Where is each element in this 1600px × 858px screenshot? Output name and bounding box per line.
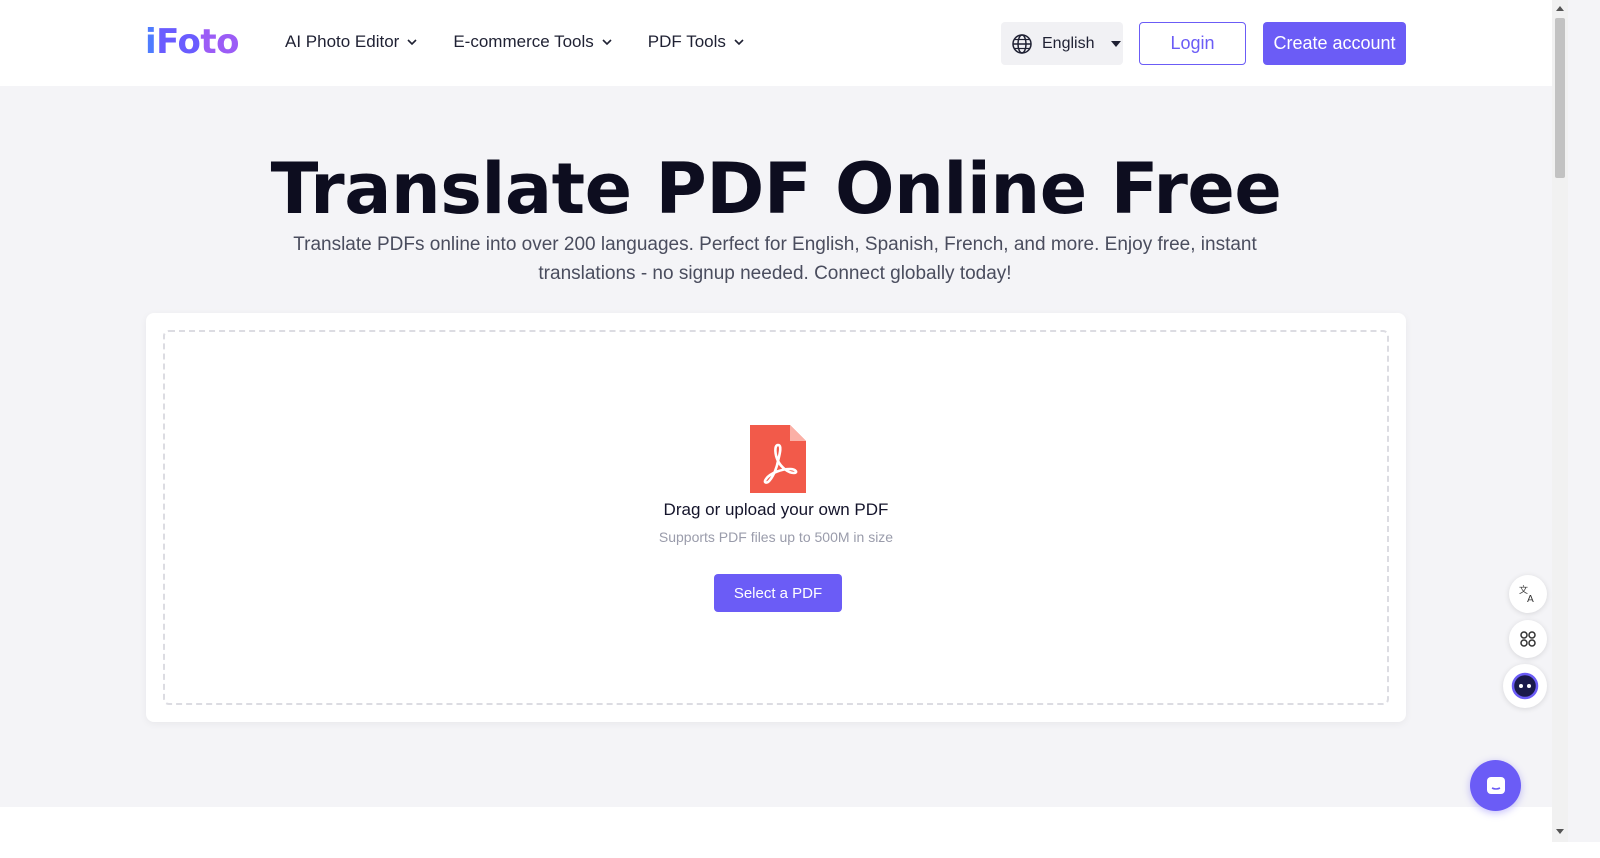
page-title: Translate PDF Online Free — [270, 148, 1282, 230]
nav-ai-photo-editor[interactable]: AI Photo Editor — [285, 32, 417, 52]
top-header: iFoto AI Photo Editor E-commerce Tools P… — [0, 0, 1552, 86]
globe-icon — [1012, 33, 1032, 54]
chevron-down-icon — [602, 39, 612, 46]
upload-card: Drag or upload your own PDF Supports PDF… — [146, 313, 1406, 722]
pdf-dropzone[interactable]: Drag or upload your own PDF Supports PDF… — [163, 330, 1389, 705]
chevron-down-icon — [407, 39, 417, 46]
ifoto-logo[interactable]: iFoto — [145, 22, 239, 62]
scroll-up-arrow-icon[interactable] — [1556, 6, 1564, 11]
login-button[interactable]: Login — [1139, 22, 1246, 65]
apps-icon — [1520, 631, 1536, 647]
pdf-file-icon — [750, 425, 806, 493]
chat-icon — [1486, 776, 1505, 794]
main-nav: AI Photo Editor E-commerce Tools PDF Too… — [285, 32, 744, 52]
nav-label: AI Photo Editor — [285, 32, 400, 51]
drag-upload-text: Drag or upload your own PDF — [663, 500, 889, 519]
nav-label: E-commerce Tools — [453, 32, 594, 51]
apps-float-button[interactable] — [1509, 620, 1547, 658]
create-account-button[interactable]: Create account — [1263, 22, 1406, 65]
vertical-scrollbar[interactable] — [1552, 0, 1568, 842]
scroll-down-arrow-icon[interactable] — [1556, 829, 1564, 834]
caret-down-icon — [1111, 40, 1122, 47]
page-subtitle: Translate PDFs online into over 200 lang… — [293, 234, 1257, 284]
select-pdf-button[interactable]: Select a PDF — [714, 574, 842, 612]
language-selector[interactable]: English — [1001, 22, 1123, 65]
size-support-text: Supports PDF files up to 500M in size — [658, 529, 894, 545]
language-label: English — [1042, 34, 1095, 52]
assistant-float-button[interactable] — [1503, 664, 1547, 708]
nav-label: PDF Tools — [647, 32, 726, 51]
assistant-face-icon — [1511, 672, 1539, 700]
window-bottom-edge — [0, 842, 1600, 858]
nav-ecommerce-tools[interactable]: E-commerce Tools — [453, 32, 612, 52]
svg-text:A: A — [1527, 594, 1534, 604]
chevron-down-icon — [734, 39, 744, 46]
chat-support-button[interactable] — [1470, 760, 1521, 811]
translate-icon: 文 A — [1519, 584, 1534, 604]
translate-float-button[interactable]: 文 A — [1509, 575, 1547, 613]
scrollbar-thumb[interactable] — [1555, 18, 1565, 178]
nav-pdf-tools[interactable]: PDF Tools — [648, 32, 744, 52]
